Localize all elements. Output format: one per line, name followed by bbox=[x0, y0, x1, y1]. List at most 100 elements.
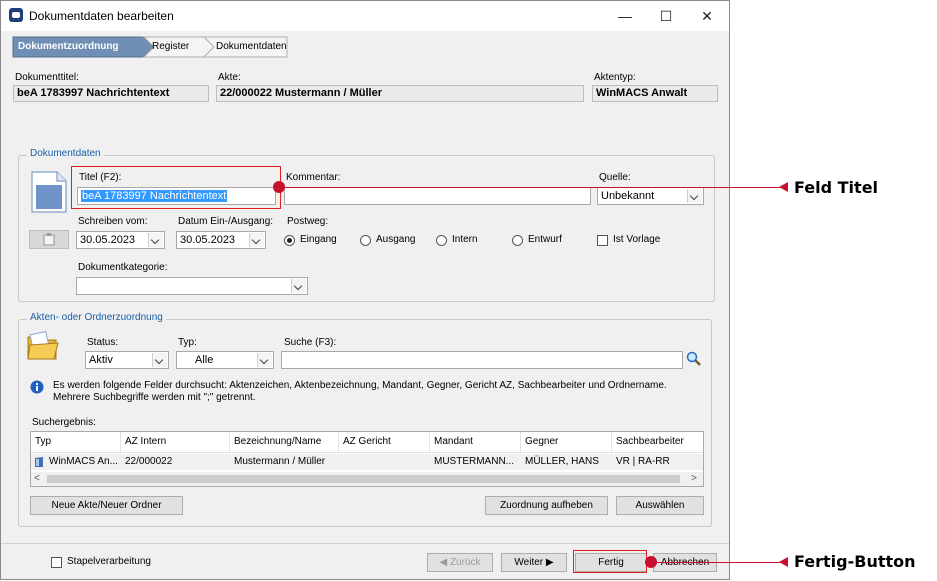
attachment-button[interactable] bbox=[29, 230, 69, 249]
wizard-step-register[interactable]: Register bbox=[152, 41, 189, 52]
title-bar: Dokumentdaten bearbeiten — ☐ ✕ bbox=[1, 1, 729, 31]
neue-akte-button[interactable]: Neue Akte/Neuer Ordner bbox=[30, 496, 183, 515]
quelle-select[interactable]: Unbekannt bbox=[597, 187, 704, 205]
chevron-down-icon[interactable] bbox=[687, 189, 702, 203]
cell-sachbearbeiter: VR | RA-RR bbox=[616, 456, 670, 467]
radio-intern[interactable] bbox=[436, 235, 447, 246]
window-title: Dokumentdaten bearbeiten bbox=[29, 9, 174, 23]
postweg-label: Postweg: bbox=[287, 216, 329, 227]
datum-ein-ausgang-value: 30.05.2023 bbox=[180, 234, 236, 246]
column-header-mandant[interactable]: Mandant bbox=[430, 432, 521, 452]
scrollbar-thumb[interactable] bbox=[47, 475, 680, 483]
fertig-callout-arrow-icon bbox=[779, 557, 788, 567]
search-info-text: Es werden folgende Felder durchsucht: Ak… bbox=[53, 380, 667, 403]
chevron-down-icon[interactable] bbox=[148, 233, 163, 247]
ist-vorlage-checkbox[interactable] bbox=[597, 235, 608, 246]
column-header-bezeichnung[interactable]: Bezeichnung/Name bbox=[230, 432, 339, 452]
zurueck-button[interactable]: ◀ Zurück bbox=[427, 553, 493, 572]
aktentyp-field: WinMACS Anwalt bbox=[592, 85, 718, 102]
close-button[interactable]: ✕ bbox=[693, 5, 721, 27]
dokumenttitel-label: Dokumenttitel: bbox=[15, 72, 79, 83]
datum-ein-ausgang-datepicker[interactable]: 30.05.2023 bbox=[176, 231, 266, 249]
fertig-callout-line bbox=[653, 562, 782, 563]
suche-input[interactable] bbox=[281, 351, 683, 369]
status-select[interactable]: Aktiv bbox=[85, 351, 169, 369]
aktentyp-label: Aktentyp: bbox=[594, 72, 636, 83]
feld-titel-annotation: Feld Titel bbox=[794, 178, 879, 197]
dokumentdaten-group-title: Dokumentdaten bbox=[27, 148, 104, 159]
quelle-value: Unbekannt bbox=[601, 190, 655, 202]
typ-value: Alle bbox=[195, 354, 214, 366]
document-icon bbox=[31, 171, 67, 213]
wizard-step-dokumentdaten[interactable]: Dokumentdaten bbox=[216, 41, 287, 52]
auswaehlen-button[interactable]: Auswählen bbox=[616, 496, 704, 515]
cell-gegner: MÜLLER, HANS bbox=[525, 456, 599, 467]
app-logo-icon bbox=[9, 8, 23, 22]
radio-eingang[interactable] bbox=[284, 235, 295, 246]
wizard-step-dokumentzuordnung[interactable]: Dokumentzuordnung bbox=[18, 41, 119, 52]
radio-entwurf[interactable] bbox=[512, 235, 523, 246]
cell-bezeichnung: Mustermann / Müller bbox=[234, 456, 326, 467]
radio-eingang-label[interactable]: Eingang bbox=[300, 234, 337, 245]
dokumentkategorie-select[interactable] bbox=[76, 277, 308, 295]
radio-ausgang-label[interactable]: Ausgang bbox=[376, 234, 415, 245]
column-header-sachbearbeiter[interactable]: Sachbearbeiter bbox=[612, 432, 703, 452]
stapelverarbeitung-label[interactable]: Stapelverarbeitung bbox=[67, 556, 151, 567]
akte-field: 22/000022 Mustermann / Müller bbox=[216, 85, 584, 102]
cell-typ: WinMACS An... bbox=[49, 456, 118, 467]
kommentar-label: Kommentar: bbox=[286, 172, 341, 183]
column-header-gegner[interactable]: Gegner bbox=[521, 432, 612, 452]
suche-label: Suche (F3): bbox=[284, 337, 337, 348]
titel-callout-arrow-icon bbox=[779, 182, 788, 192]
radio-ausgang[interactable] bbox=[360, 235, 371, 246]
zuordnung-aufheben-button[interactable]: Zuordnung aufheben bbox=[485, 496, 608, 515]
dokumenttitel-field: beA 1783997 Nachrichtentext bbox=[13, 85, 209, 102]
chevron-down-icon[interactable] bbox=[257, 353, 272, 367]
dialog-window: Dokumentdaten bearbeiten — ☐ ✕ Dokumentz… bbox=[0, 0, 730, 580]
schreiben-vom-datepicker[interactable]: 30.05.2023 bbox=[76, 231, 165, 249]
akte-label: Akte: bbox=[218, 72, 241, 83]
chevron-down-icon[interactable] bbox=[291, 279, 306, 293]
scroll-left-icon[interactable]: < bbox=[34, 473, 40, 484]
fertig-button-annotation: Fertig-Button bbox=[794, 552, 916, 571]
scroll-right-icon[interactable]: > bbox=[691, 473, 697, 484]
footer-divider bbox=[1, 543, 729, 544]
folder-icon bbox=[27, 331, 59, 360]
minimize-button[interactable]: — bbox=[611, 5, 639, 27]
datum-ein-ausgang-label: Datum Ein-/Ausgang: bbox=[178, 216, 274, 227]
maximize-button[interactable]: ☐ bbox=[652, 5, 680, 27]
schreiben-vom-value: 30.05.2023 bbox=[80, 234, 136, 246]
status-label: Status: bbox=[87, 337, 119, 348]
ist-vorlage-label[interactable]: Ist Vorlage bbox=[613, 234, 660, 245]
suchergebnis-label: Suchergebnis: bbox=[32, 417, 96, 428]
akte-type-icon bbox=[35, 457, 43, 467]
quelle-label: Quelle: bbox=[599, 172, 631, 183]
cell-az-gericht bbox=[339, 454, 430, 470]
table-header: Typ AZ Intern Bezeichnung/Name AZ Gerich… bbox=[31, 432, 703, 453]
titel-callout-line bbox=[281, 187, 782, 188]
cell-az-intern: 22/000022 bbox=[125, 456, 173, 467]
search-icon[interactable] bbox=[686, 351, 702, 367]
weiter-button[interactable]: Weiter ▶ bbox=[501, 553, 567, 572]
clipboard-icon bbox=[43, 233, 55, 246]
chevron-down-icon[interactable] bbox=[249, 233, 264, 247]
schreiben-vom-label: Schreiben vom: bbox=[78, 216, 148, 227]
horizontal-scrollbar[interactable]: < > bbox=[31, 472, 703, 486]
radio-intern-label[interactable]: Intern bbox=[452, 234, 478, 245]
typ-label: Typ: bbox=[178, 337, 197, 348]
stapelverarbeitung-checkbox[interactable] bbox=[51, 557, 62, 568]
kommentar-input[interactable] bbox=[284, 187, 591, 205]
column-header-az-gericht[interactable]: AZ Gericht bbox=[339, 432, 430, 452]
cell-mandant: MUSTERMANN... bbox=[434, 456, 514, 467]
suchergebnis-table: Typ AZ Intern Bezeichnung/Name AZ Gerich… bbox=[30, 431, 704, 487]
zuordnung-group-title: Akten- oder Ordnerzuordnung bbox=[27, 312, 166, 323]
chevron-down-icon[interactable] bbox=[152, 353, 167, 367]
typ-select[interactable]: Alle bbox=[176, 351, 274, 369]
fertig-highlight-box bbox=[573, 550, 647, 573]
info-icon bbox=[30, 380, 44, 394]
column-header-typ[interactable]: Typ bbox=[31, 432, 121, 452]
radio-entwurf-label[interactable]: Entwurf bbox=[528, 234, 562, 245]
table-row[interactable]: WinMACS An... 22/000022 Mustermann / Mül… bbox=[31, 454, 703, 470]
column-header-az-intern[interactable]: AZ Intern bbox=[121, 432, 230, 452]
titel-highlight-box bbox=[71, 166, 281, 209]
